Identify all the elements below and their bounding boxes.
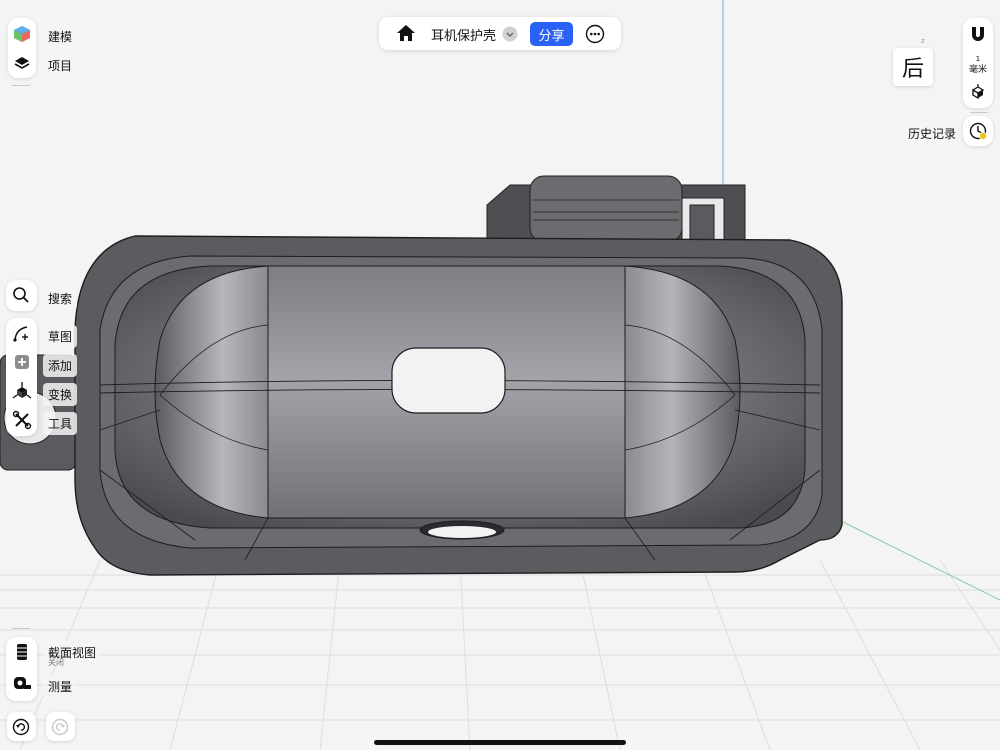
view-cube-axis-z: z <box>921 37 925 45</box>
search-label[interactable]: 搜索 <box>43 287 78 310</box>
magnet-icon[interactable] <box>966 22 990 46</box>
right-toolbar-divider <box>970 112 988 113</box>
chevron-down-icon[interactable] <box>498 22 522 46</box>
add-label[interactable]: 添加 <box>43 354 78 377</box>
sketch-label[interactable]: 草图 <box>43 325 78 348</box>
transform-label[interactable]: 变换 <box>43 383 78 406</box>
top-bar: 耳机保护壳 分享 <box>379 17 621 50</box>
sketch-icon[interactable] <box>10 321 34 345</box>
view-cube[interactable]: 后 <box>893 48 933 86</box>
bottom-toolbar-divider <box>12 628 30 629</box>
modeling-label[interactable]: 建模 <box>43 25 78 48</box>
redo-icon <box>48 715 72 739</box>
earphone-case-model[interactable] <box>74 235 843 576</box>
orientation-icon[interactable] <box>966 80 990 104</box>
tools-label[interactable]: 工具 <box>43 412 78 435</box>
section-view-status: 关闭 <box>48 658 64 667</box>
section-view-icon[interactable] <box>10 640 34 664</box>
home-icon[interactable] <box>394 21 418 45</box>
share-button[interactable]: 分享 <box>530 22 573 46</box>
x-axis-line <box>834 517 1000 601</box>
3d-viewport[interactable] <box>0 0 1000 750</box>
ground-grid <box>0 559 1000 750</box>
more-options-icon[interactable] <box>583 22 607 46</box>
layers-icon[interactable] <box>10 51 34 75</box>
history-clock-icon <box>966 119 990 143</box>
tape-measure-icon[interactable] <box>10 671 34 695</box>
unit-label[interactable]: 毫米 <box>963 62 993 75</box>
left-toolbar-divider <box>12 85 30 86</box>
project-label[interactable]: 项目 <box>43 54 78 77</box>
add-icon[interactable] <box>10 350 34 374</box>
wrench-icon[interactable] <box>10 408 34 432</box>
history-label[interactable]: 历史记录 <box>903 122 962 145</box>
undo-icon <box>9 715 33 739</box>
project-title[interactable]: 耳机保护壳 <box>431 25 496 44</box>
measure-label[interactable]: 测量 <box>43 675 78 698</box>
search-icon <box>9 283 33 307</box>
cube-icon[interactable] <box>10 22 34 46</box>
home-indicator <box>374 740 626 745</box>
transform-icon[interactable] <box>10 379 34 403</box>
case-hinge-tab <box>486 175 746 243</box>
